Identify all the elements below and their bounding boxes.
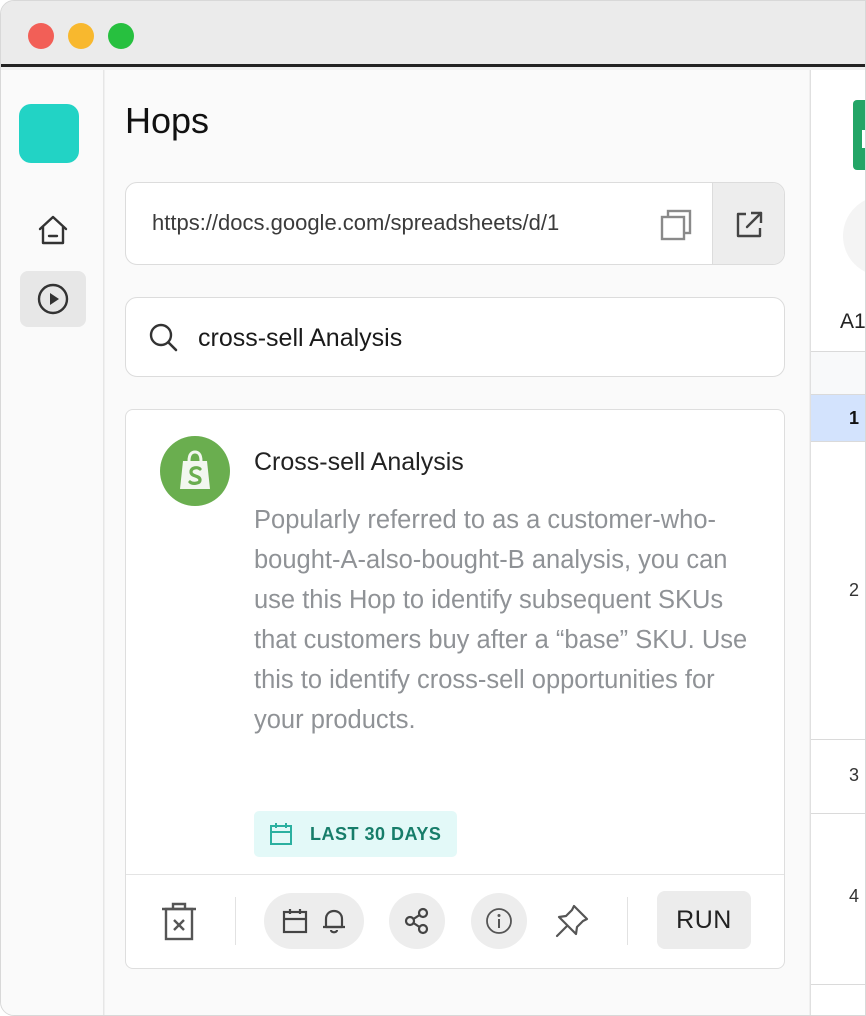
window-titlebar [1,1,865,67]
delete-hop-button[interactable] [156,899,202,945]
cell-reference[interactable]: A1 [840,310,865,334]
copy-url-button[interactable] [654,203,698,247]
bell-icon [323,909,345,934]
calendar-icon [282,909,308,934]
date-range-badge: LAST 30 DAYS [254,811,458,857]
hop-card[interactable]: Cross-sell Analysis Popularly referred t… [125,409,785,969]
schedule-alert-button[interactable] [264,893,364,949]
home-icon [38,215,68,245]
row-header-1[interactable]: 1 [811,395,865,441]
zoom-window-button[interactable] [108,23,134,49]
pin-hop-button[interactable] [548,897,596,945]
sheet-url-field[interactable]: https://docs.google.com/spreadsheets/d/1 [125,182,785,265]
hop-card-actions: RUN [126,874,784,969]
info-icon [486,908,512,934]
close-window-button[interactable] [28,23,54,49]
row-header-3[interactable]: 3 [811,740,865,813]
sheet-url-text[interactable]: https://docs.google.com/spreadsheets/d/1 [152,210,637,236]
row-header-2[interactable]: 2 [811,442,865,739]
play-circle-icon [37,283,69,315]
column-header-row [811,352,865,394]
home-nav-button[interactable] [20,202,86,258]
divider [811,984,865,985]
action-divider [235,897,236,945]
app-logo[interactable] [19,104,79,163]
row-number: 2 [849,580,860,600]
page-title: Hops [125,100,210,141]
external-link-icon [736,211,762,237]
copy-icon [660,209,692,241]
run-hop-button[interactable]: RUN [657,891,751,949]
search-icon [149,323,178,352]
pin-icon [555,904,589,938]
hop-info-button[interactable] [471,893,527,949]
trash-icon [162,902,196,941]
calendar-icon [270,823,292,845]
share-icon [404,907,429,935]
shopify-bag-icon [160,436,230,506]
hops-nav-button[interactable] [20,271,86,327]
search-input[interactable] [198,320,758,356]
app-window: Hops https://docs.google.com/spreadsheet… [0,0,866,1016]
hop-description: Popularly referred to as a customer-who-… [254,506,748,734]
share-hop-button[interactable] [389,893,445,949]
row-number: 1 [849,408,860,428]
spreadsheet-preview: A1 1 2 3 4 [810,70,865,1015]
minimize-window-button[interactable] [68,23,94,49]
google-sheets-icon [853,100,865,170]
hop-title[interactable]: Cross-sell Analysis [254,448,464,477]
row-header-4[interactable]: 4 [811,814,865,984]
sidebar-rail [1,70,104,1015]
row-number: 3 [849,765,860,785]
open-sheet-button[interactable] [712,183,784,264]
date-range-label: LAST 30 DAYS [310,823,442,844]
row-number: 4 [849,886,860,906]
search-field[interactable] [125,297,785,377]
action-divider [627,897,628,945]
sheet-toolbar-button[interactable] [843,196,865,276]
hops-panel: Hops https://docs.google.com/spreadsheet… [105,70,809,1015]
